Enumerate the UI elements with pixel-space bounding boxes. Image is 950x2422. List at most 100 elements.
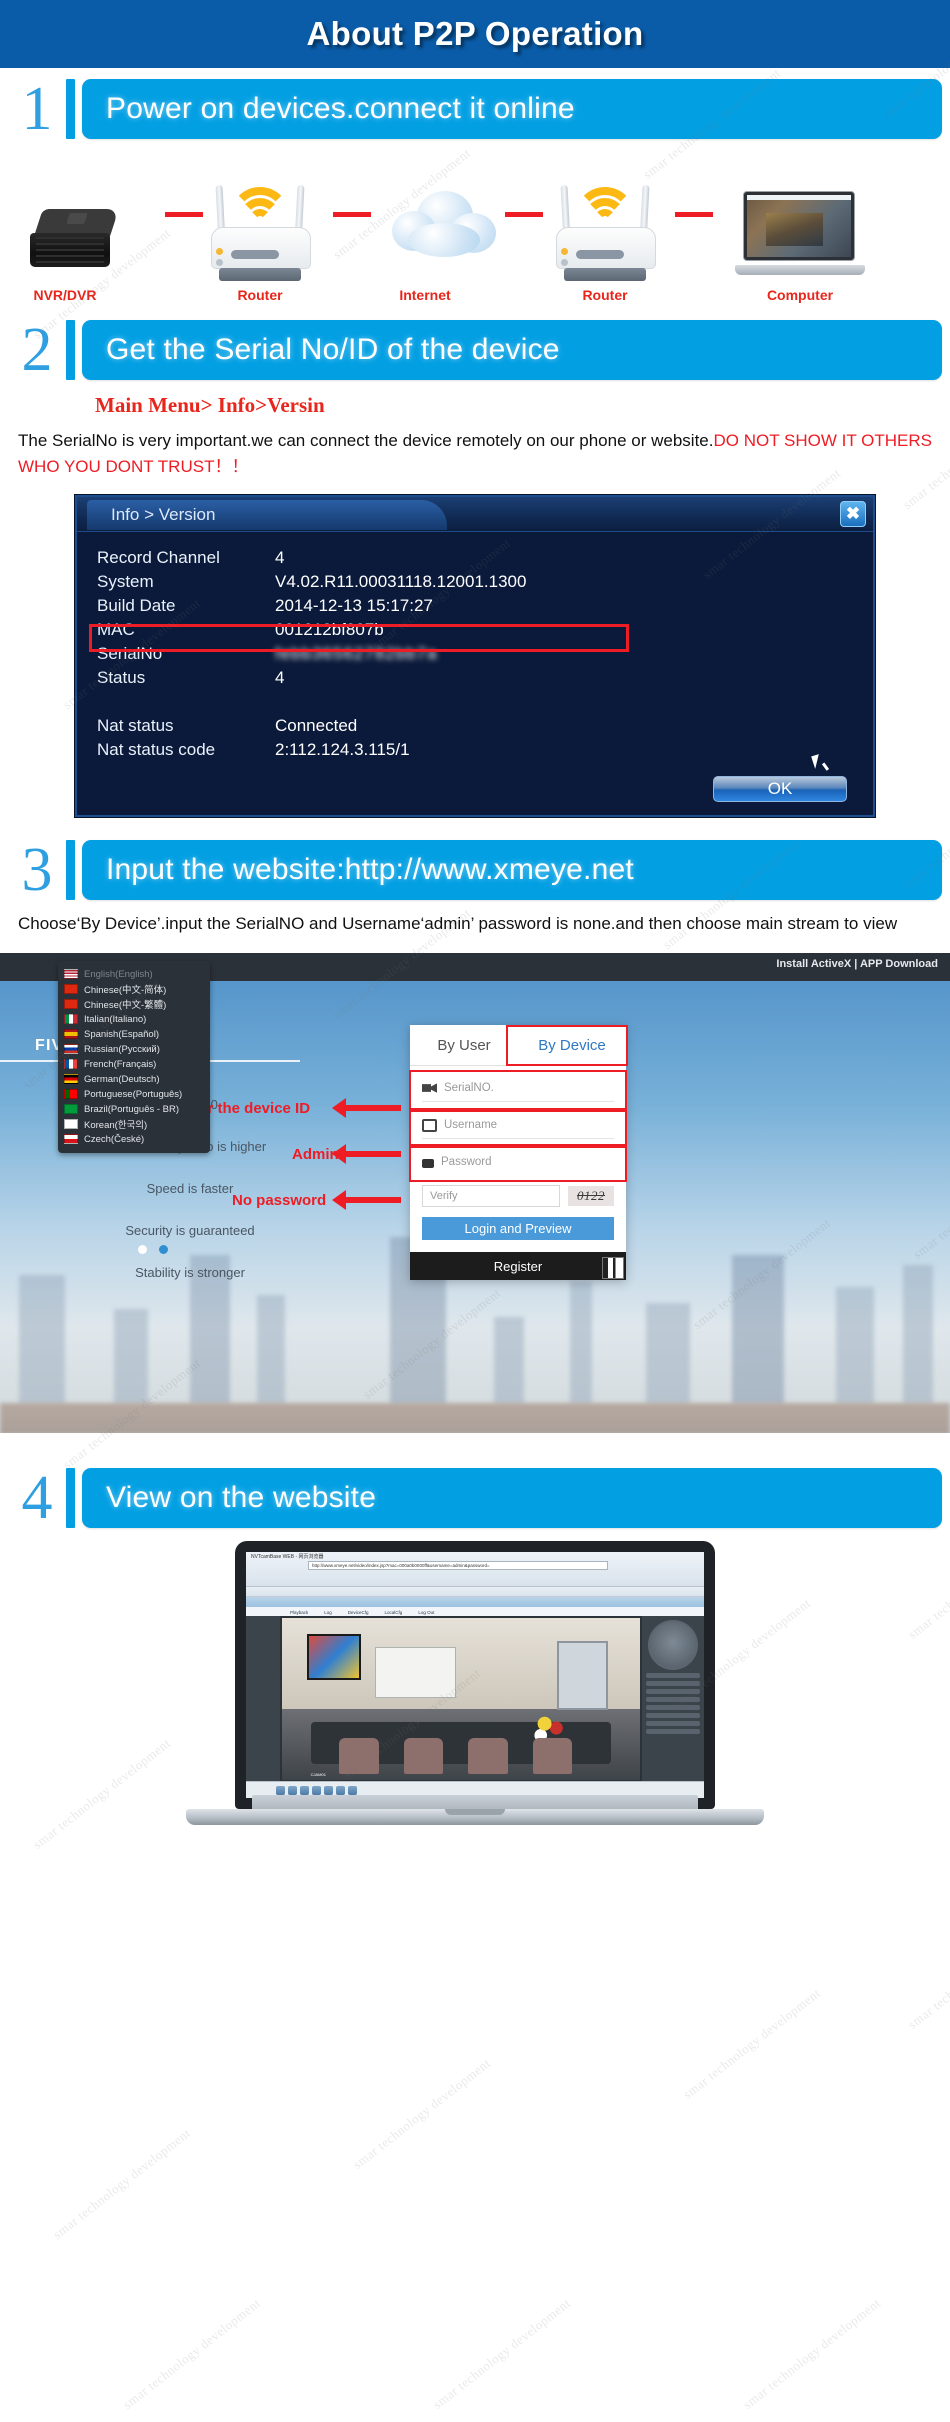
step-title-box-1: Power on devices.connect it online xyxy=(82,79,942,139)
chair xyxy=(468,1737,508,1774)
laptop-shell: NVTcamBase WEB - 网页浏览器 http://www.xmeye.… xyxy=(235,1541,715,1810)
node-label-router-1: Router xyxy=(237,287,283,303)
language-label: Italian(Italiano) xyxy=(84,1013,147,1025)
flag-icon-kr xyxy=(64,1119,78,1130)
register-bar[interactable]: Register xyxy=(410,1252,626,1281)
language-label: Portuguese(Português) xyxy=(84,1088,183,1100)
flag-icon-cn xyxy=(64,999,78,1010)
language-label: Spanish(Español) xyxy=(84,1028,159,1040)
nav-item-logout[interactable]: Log Out xyxy=(418,1610,434,1615)
ok-button[interactable]: OK xyxy=(713,775,847,802)
wall-poster xyxy=(307,1634,362,1681)
ptz-slider[interactable] xyxy=(646,1713,700,1719)
highlight-box-password xyxy=(409,1146,627,1183)
carousel-dots[interactable] xyxy=(138,1241,176,1259)
ptz-slider[interactable] xyxy=(646,1697,700,1703)
laptop-notch xyxy=(445,1809,505,1816)
close-icon[interactable]: ✖ xyxy=(840,500,866,527)
language-label: French(Français) xyxy=(84,1058,157,1070)
info-key: Build Date xyxy=(97,595,176,615)
p2p-operation-guide: About P2P Operation 1 Power on devices.c… xyxy=(0,0,950,2422)
device-tree-pane[interactable] xyxy=(246,1616,280,1783)
laptop-icon xyxy=(735,191,865,277)
info-row: Status 4 xyxy=(97,666,873,690)
laptop-preview-image: NVTcamBase WEB - 网页浏览器 http://www.xmeye.… xyxy=(0,1537,950,1867)
info-value: 2014-12-13 15:17:27 xyxy=(275,595,433,615)
language-option: Italian(Italiano) xyxy=(58,1012,210,1026)
language-label: Russian(Русский) xyxy=(84,1043,160,1055)
tab-by-user[interactable]: By User xyxy=(410,1025,518,1065)
watermark-text: smar technology development xyxy=(430,2295,574,2412)
nav-item-devicecfg[interactable]: DeviceCfg xyxy=(348,1610,369,1615)
flag-icon-us xyxy=(64,969,78,980)
topbar-links[interactable]: Install ActiveX | APP Download xyxy=(776,958,938,970)
step-accent-bar-1 xyxy=(66,79,75,139)
language-dropdown[interactable]: English(English) Chinese(中文-简体) Chinese(… xyxy=(58,961,210,1154)
info-key: Nat status code xyxy=(97,739,216,759)
advantage-item: Security is guaranteed xyxy=(125,1223,255,1239)
ptz-slider[interactable] xyxy=(646,1729,700,1735)
info-row: Nat status code 2:112.124.3.115/1 xyxy=(97,738,873,762)
toolbar-icon[interactable] xyxy=(288,1785,297,1795)
toolbar-icon[interactable] xyxy=(348,1785,357,1795)
toolbar-icon[interactable] xyxy=(312,1785,321,1795)
ptz-slider[interactable] xyxy=(646,1705,700,1711)
nav-item-localcfg[interactable]: LocalCfg xyxy=(385,1610,403,1615)
ptz-slider[interactable] xyxy=(646,1673,700,1679)
serial-warning-paragraph: The SerialNo is very important.we can co… xyxy=(18,428,932,481)
toolbar-icon[interactable] xyxy=(336,1785,345,1795)
nav-item-log[interactable]: Log xyxy=(324,1610,332,1615)
qr-code-icon xyxy=(602,1257,624,1280)
info-value: Connected xyxy=(275,715,358,735)
ptz-slider[interactable] xyxy=(646,1681,700,1687)
toolbar-icon[interactable] xyxy=(276,1785,285,1795)
node-label-computer: Computer xyxy=(766,287,834,303)
info-row: Record Channel 4 xyxy=(97,546,873,570)
step-number-1: 1 xyxy=(21,75,53,143)
door xyxy=(557,1640,608,1710)
toolbar-icon[interactable] xyxy=(324,1785,333,1795)
ptz-control-pane[interactable] xyxy=(642,1616,704,1783)
language-label: Czech(České) xyxy=(84,1133,145,1145)
nav-item-playback[interactable]: Playback xyxy=(290,1610,308,1615)
nvr-dvr-device xyxy=(30,209,122,269)
watermark-text: smar technology development xyxy=(740,2295,884,2412)
ground-strip xyxy=(0,1403,950,1436)
ptz-slider[interactable] xyxy=(646,1721,700,1727)
carousel-dot-active[interactable] xyxy=(159,1245,169,1255)
laptop-screen: NVTcamBase WEB - 网页浏览器 http://www.xmeye.… xyxy=(246,1552,704,1799)
carousel-dot[interactable] xyxy=(138,1245,147,1255)
info-value: 4 xyxy=(275,547,285,567)
verify-row: Verify 0122 xyxy=(410,1185,626,1215)
login-and-preview-button[interactable]: Login and Preview xyxy=(422,1217,614,1241)
toolbar-icon[interactable] xyxy=(300,1785,309,1795)
link-line-3 xyxy=(505,212,543,217)
link-line-4 xyxy=(675,212,713,217)
highlight-box-by-device xyxy=(506,1025,628,1067)
annotation-arrow-2 xyxy=(332,1144,401,1165)
step-title-box-3: Input the website:http://www.xmeye.net xyxy=(82,839,942,900)
info-key: System xyxy=(97,571,154,591)
step-number-2: 2 xyxy=(21,316,53,384)
info-row-spacer xyxy=(97,690,873,714)
link-line-1 xyxy=(165,212,203,217)
ptz-joystick-icon[interactable] xyxy=(648,1620,698,1671)
captcha-image: 0122 xyxy=(568,1186,614,1207)
verify-input[interactable]: Verify xyxy=(422,1185,560,1208)
browser-chrome: NVTcamBase WEB - 网页浏览器 http://www.xmeye.… xyxy=(246,1552,704,1588)
watermark-text: smar technology development xyxy=(680,1985,824,2102)
language-label: English(English) xyxy=(84,968,153,980)
step-banner-4: 4 View on the website xyxy=(0,1467,950,1529)
ptz-slider[interactable] xyxy=(646,1689,700,1695)
watermark-text: smar technology development xyxy=(120,2295,264,2412)
browser-url-bar[interactable]: http://www.xmeye.net/video/index.jsp?mac… xyxy=(308,1561,608,1571)
advantage-item: Stability is stronger xyxy=(135,1265,245,1281)
browser-window-title: NVTcamBase WEB - 网页浏览器 xyxy=(251,1554,324,1561)
node-label-nvr: NVR/DVR xyxy=(33,287,97,303)
flag-icon-cn xyxy=(64,984,78,995)
whiteboard xyxy=(375,1647,456,1698)
step3-instruction: Choose‘By Device’.input the SerialNO and… xyxy=(18,913,898,933)
node-label-router-2: Router xyxy=(582,287,628,303)
step-banner-1: 1 Power on devices.connect it online xyxy=(0,78,950,140)
info-key: Record Channel xyxy=(97,547,220,567)
